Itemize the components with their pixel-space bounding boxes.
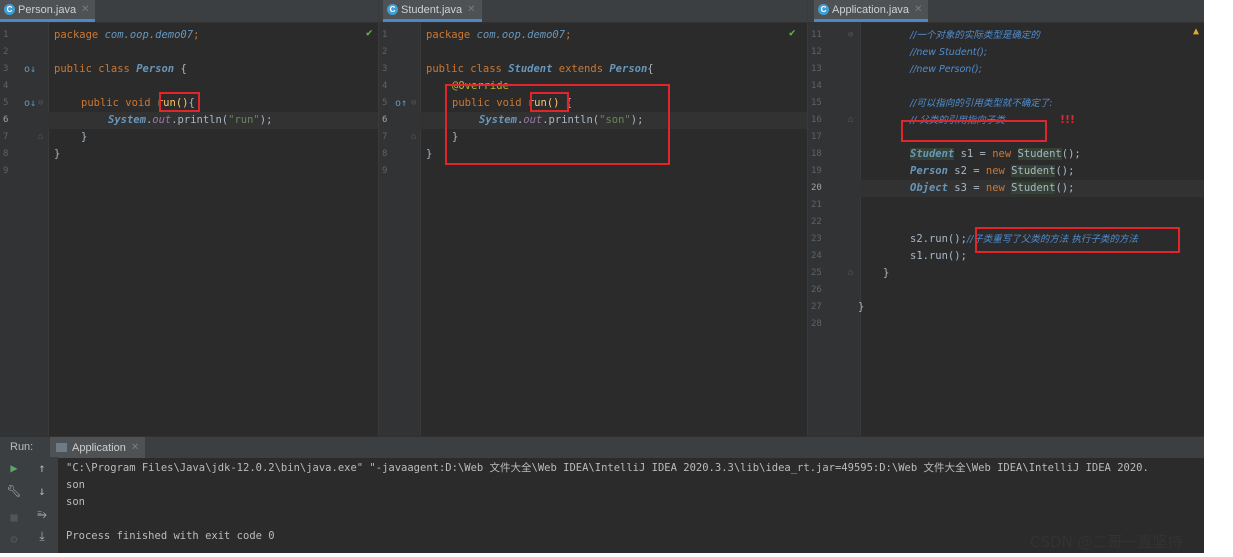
tab-application-java[interactable]: C Application.java ✕	[814, 0, 929, 22]
tab-bar: C Application.java ✕	[808, 0, 1204, 23]
console-line: Process finished with exit code 0	[66, 530, 275, 542]
close-icon[interactable]: ✕	[81, 4, 89, 15]
run-config-icon	[56, 443, 67, 452]
code-area[interactable]: package com.oop.demo07; public class Stu…	[379, 22, 807, 436]
highlight-box	[530, 92, 569, 112]
code-line: }	[858, 301, 865, 313]
code-comment: //new Student();	[910, 47, 988, 58]
watermark: CSDN @二哥一直坚持	[1030, 533, 1183, 551]
code-line: s1.run();	[910, 250, 967, 262]
exclamation-annotation: !!!	[1060, 113, 1076, 126]
soft-wrap-icon[interactable]: ⥱	[34, 507, 50, 521]
tab-bar: C Student.java ✕	[379, 0, 807, 23]
code-line: public class Student extends Person{	[426, 63, 654, 75]
code-line: Person s2 = new Student();	[910, 165, 1075, 177]
code-line: System.out.println("run");	[108, 114, 273, 126]
console-line: son	[66, 479, 85, 491]
tab-label: Student.java	[401, 3, 463, 16]
close-icon[interactable]: ✕	[467, 4, 475, 15]
tab-person-java[interactable]: C Person.java ✕	[0, 0, 96, 22]
close-icon[interactable]: ✕	[914, 4, 922, 15]
class-icon: C	[387, 4, 398, 15]
code-comment: //new Person();	[910, 64, 982, 75]
code-line: }	[883, 267, 890, 279]
code-line: }	[54, 148, 61, 160]
code-comment: //可以指向的引用类型就不确定了:	[910, 98, 1053, 109]
run-tab-label: Application	[72, 441, 126, 454]
ide-window: C Person.java ✕ 1 2 3 4 5 6 7 8 9 o↓ o↓ …	[0, 0, 1204, 553]
stop-icon[interactable]: ■	[6, 510, 22, 524]
down-arrow-icon[interactable]: ↓	[34, 484, 50, 498]
inspection-ok-icon[interactable]: ✔	[366, 26, 373, 39]
code-line: Object s3 = new Student();	[910, 182, 1075, 194]
run-panel: Run: Application ✕ ▶ ↑ 🔧︎ ↓ ■ ⥱ ⚙ ⤓ "C:\…	[0, 436, 1204, 553]
code-line: Student s1 = new Student();	[910, 148, 1081, 160]
inspection-ok-icon[interactable]: ✔	[789, 26, 796, 39]
settings-icon[interactable]: ⚙	[6, 532, 22, 546]
highlight-box	[901, 120, 1047, 142]
console-line: "C:\Program Files\Java\jdk-12.0.2\bin\ja…	[66, 462, 1149, 474]
scroll-to-end-icon[interactable]: ⤓	[34, 529, 50, 543]
highlight-box	[975, 227, 1180, 253]
code-line: public class Person {	[54, 63, 187, 75]
tab-bar: C Person.java ✕	[0, 0, 378, 23]
code-area[interactable]: //一个对象的实际类型是确定的 //new Student(); //new P…	[808, 22, 1204, 436]
code-area[interactable]: package com.oop.demo07; public class Per…	[0, 22, 378, 436]
code-line: }	[426, 148, 433, 160]
code-line: package com.oop.demo07;	[54, 29, 200, 41]
class-icon: C	[4, 4, 15, 15]
highlight-box	[159, 92, 200, 112]
code-comment: //一个对象的实际类型是确定的	[910, 30, 1040, 41]
close-icon[interactable]: ✕	[131, 442, 139, 453]
editor-pane-person: C Person.java ✕ 1 2 3 4 5 6 7 8 9 o↓ o↓ …	[0, 0, 379, 436]
console-line: son	[66, 496, 85, 508]
warning-icon[interactable]: ▲	[1193, 26, 1199, 37]
class-icon: C	[818, 4, 829, 15]
tab-label: Person.java	[18, 3, 77, 16]
editor-pane-application: C Application.java ✕ 11 12 13 14 15 16 1…	[808, 0, 1204, 436]
editor-pane-student: C Student.java ✕ 1 2 3 4 5 6 7 8 9 o↑ ⊖ …	[379, 0, 808, 436]
wrench-icon[interactable]: 🔧︎	[6, 484, 22, 498]
code-line: package com.oop.demo07;	[426, 29, 572, 41]
tab-student-java[interactable]: C Student.java ✕	[383, 0, 482, 22]
run-toolbar: ▶ ↑ 🔧︎ ↓ ■ ⥱ ⚙ ⤓	[0, 457, 58, 553]
tab-run-application[interactable]: Application ✕	[50, 437, 146, 458]
rerun-icon[interactable]: ▶	[6, 461, 22, 475]
run-label: Run:	[10, 441, 34, 453]
code-line: }	[81, 131, 88, 143]
tab-label: Application.java	[832, 3, 910, 16]
up-arrow-icon[interactable]: ↑	[34, 461, 50, 475]
run-tab-bar: Run: Application ✕	[0, 436, 1204, 458]
